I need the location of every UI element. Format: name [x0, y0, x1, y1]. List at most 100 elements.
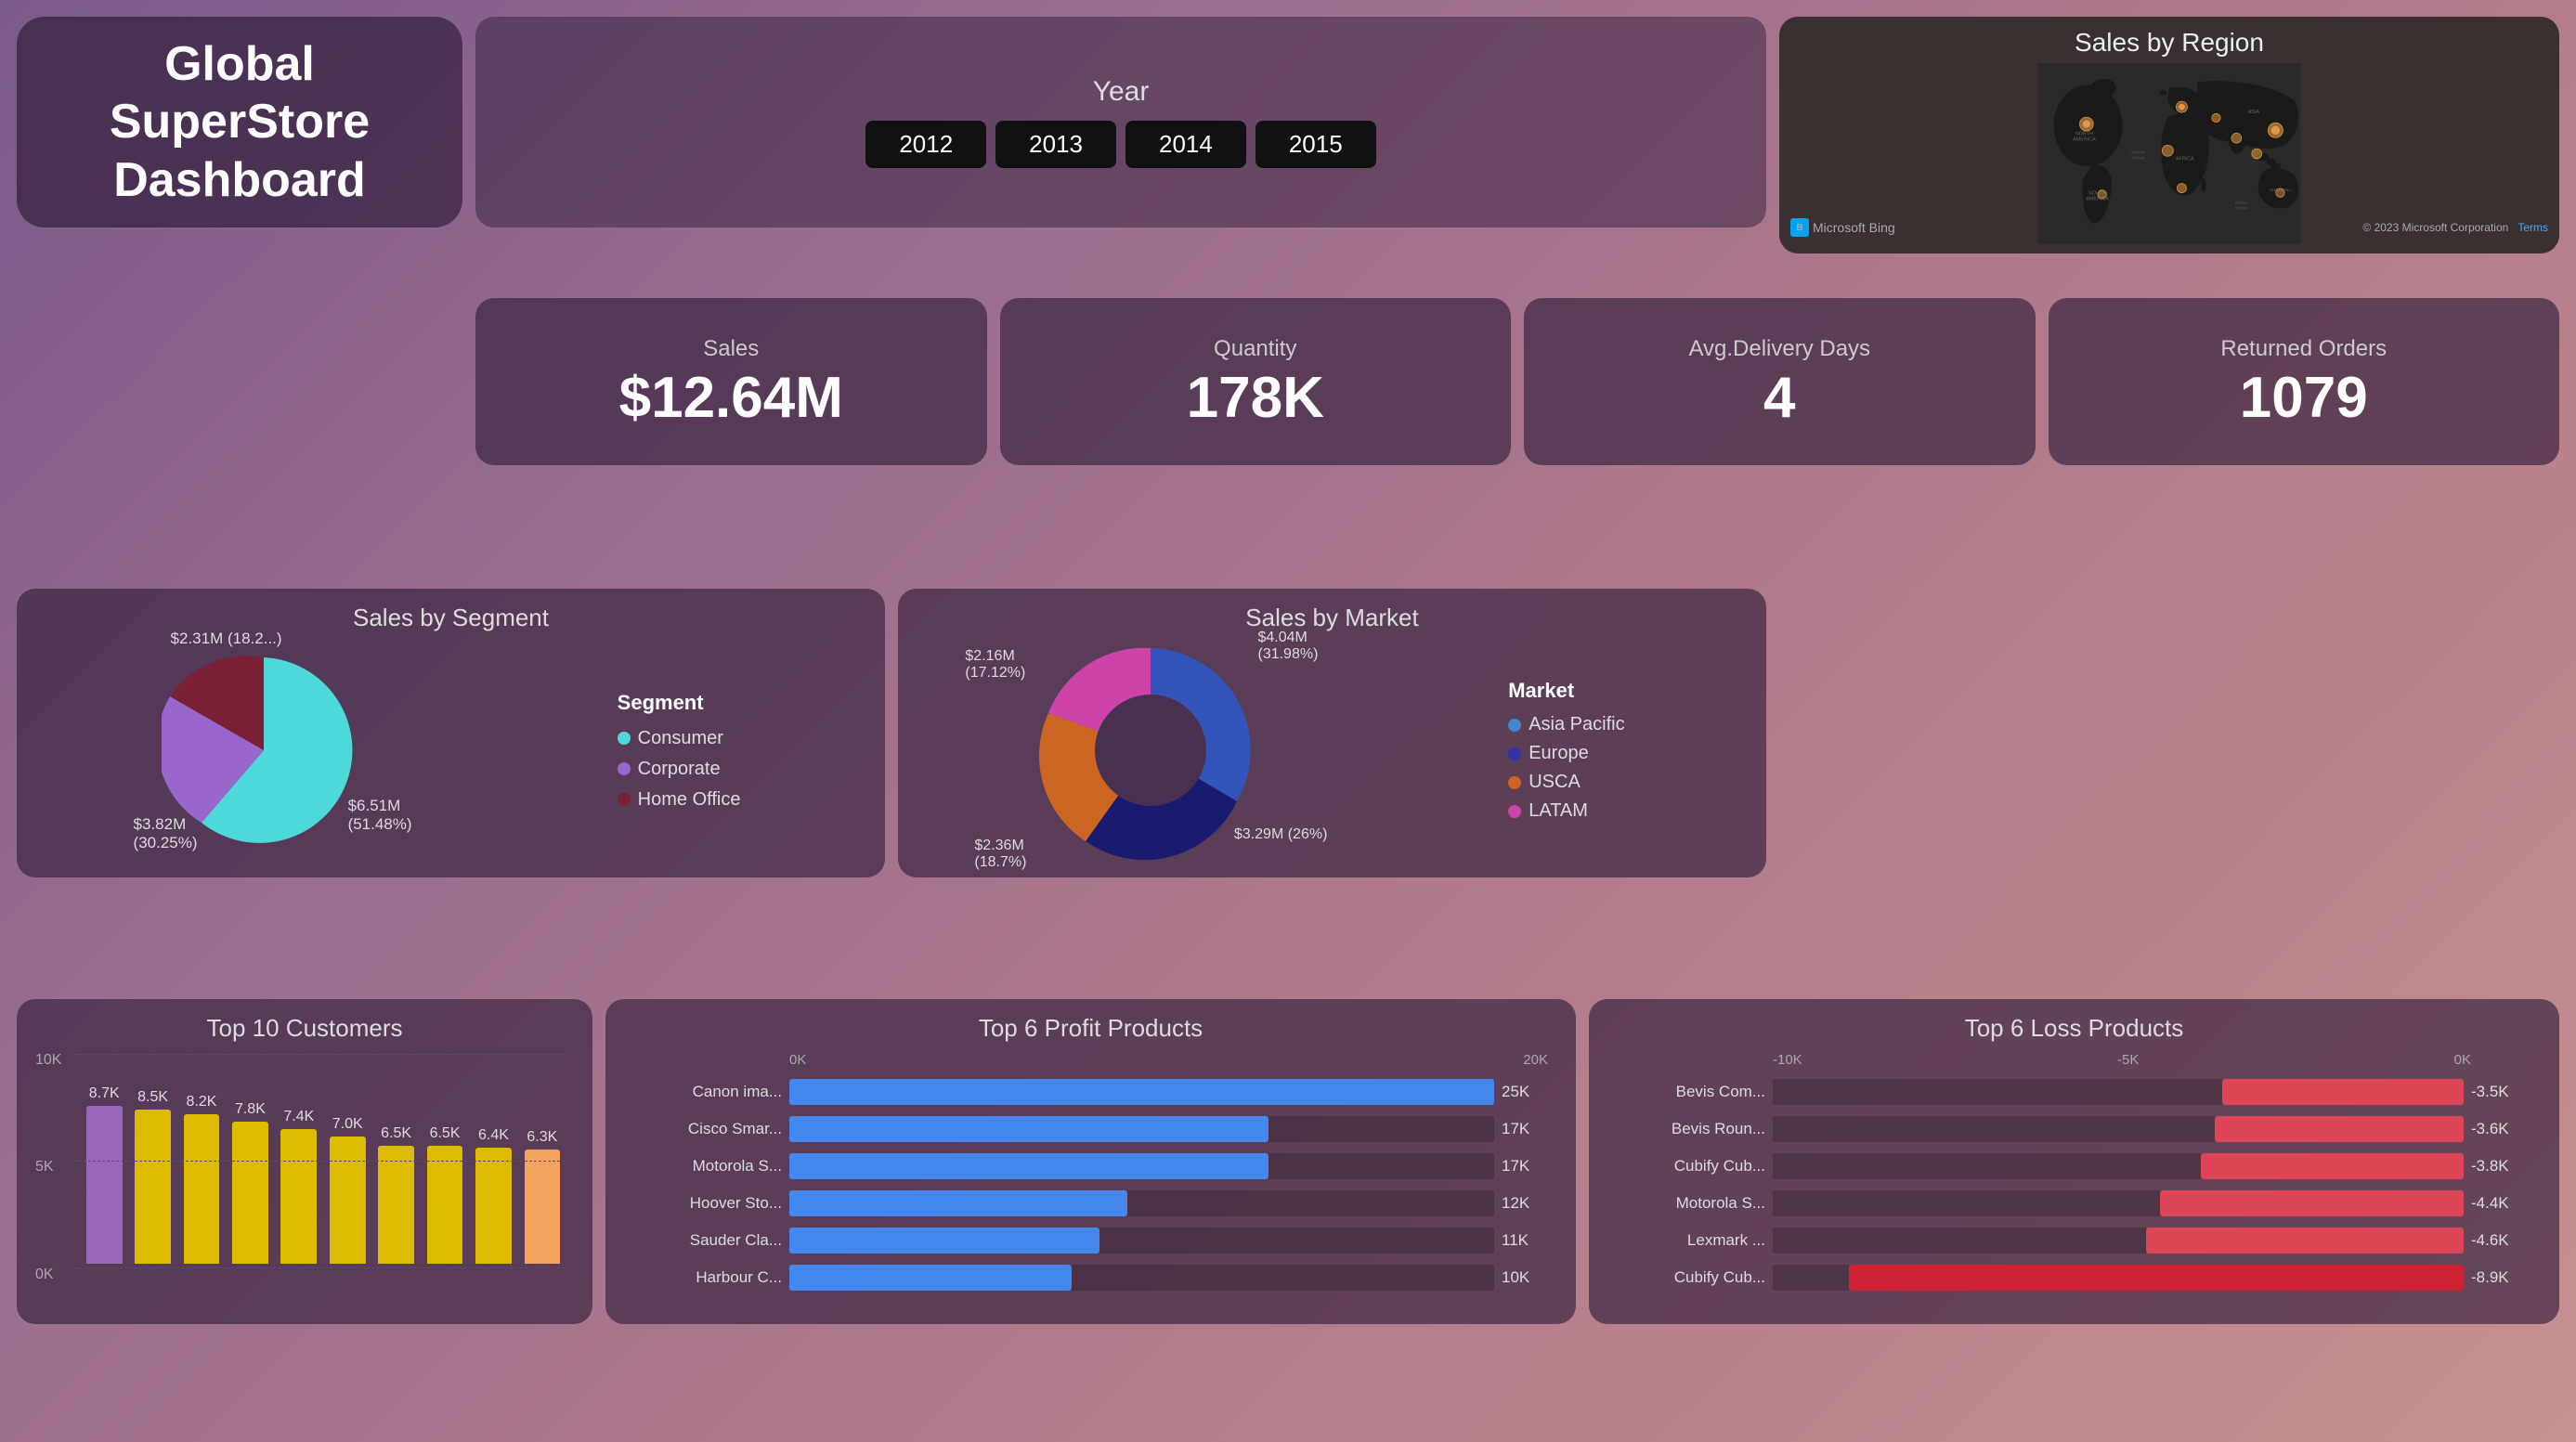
profit-bar-wrap-0: [789, 1079, 1494, 1105]
profit-x-labels: 0K20K: [633, 1052, 1548, 1068]
customer-bar-col-2: 8.2K: [179, 1052, 224, 1264]
market-label-apac: $4.04M(31.98%): [1257, 630, 1318, 663]
profit-name-3: Hoover Sto...: [633, 1194, 782, 1213]
profit-bar-wrap-3: [789, 1190, 1494, 1216]
row3: Sales by Segment $2.31M (18.2...) $3.82M…: [17, 589, 2559, 877]
svg-text:Ocean: Ocean: [2131, 156, 2144, 161]
customer-bar-col-4: 7.4K: [277, 1052, 321, 1264]
svg-text:NORTH: NORTH: [2075, 131, 2093, 136]
loss-x-labels: -10K-5K0K: [1617, 1052, 2531, 1068]
map-area: NORTH AMERICA SOUTH AMERICA AFRICA ASIA …: [1779, 63, 2559, 244]
segment-chart-card: Sales by Segment $2.31M (18.2...) $3.82M…: [17, 589, 885, 877]
loss-x-label: 0K: [2454, 1052, 2471, 1068]
year-label: Year: [1093, 76, 1150, 108]
profit-x-label: 20K: [1523, 1052, 1548, 1068]
market-label-usca: $2.36M(18.7%): [974, 838, 1026, 871]
profit-val-2: 17K: [1502, 1157, 1548, 1176]
latam-label: LATAM: [1529, 800, 1588, 822]
homeoffice-label: Home Office: [638, 789, 741, 811]
profit-name-5: Harbour C...: [633, 1268, 782, 1287]
year-btn-2015[interactable]: 2015: [1255, 121, 1376, 168]
y-gridline-10000: [74, 1054, 565, 1055]
year-btn-2014[interactable]: 2014: [1125, 121, 1246, 168]
bar-rect-5: [330, 1137, 366, 1264]
customer-bar-col-5: 7.0K: [325, 1052, 370, 1264]
profit-bar-2: [789, 1153, 1268, 1179]
dashboard-title: Global SuperStore Dashboard: [45, 35, 435, 209]
customer-bar-col-9: 6.3K: [520, 1052, 565, 1264]
loss-x-label: -10K: [1773, 1052, 1802, 1068]
year-btn-2013[interactable]: 2013: [995, 121, 1116, 168]
loss-name-0: Bevis Com...: [1617, 1083, 1765, 1101]
homeoffice-dot: [618, 793, 631, 806]
kpi-value-1: 178K: [1187, 370, 1324, 427]
bar-rect-1: [135, 1110, 171, 1265]
corporate-label: Corporate: [638, 759, 721, 780]
y-gridline-0: [74, 1267, 565, 1268]
map-copyright: © 2023 Microsoft Corporation: [2362, 221, 2508, 234]
year-btn-2012[interactable]: 2012: [865, 121, 986, 168]
year-buttons: 2012201320142015: [865, 121, 1375, 168]
loss-val-3: -4.4K: [2471, 1194, 2531, 1213]
profit-row-4: Sauder Cla... 11K: [633, 1228, 1548, 1254]
loss-name-1: Bevis Roun...: [1617, 1120, 1765, 1138]
market-label-europe: $3.29M (26%): [1234, 826, 1328, 843]
segment-label-consumer: $6.51M(51.48%): [348, 797, 412, 834]
customers-chart-area: 10K5K0K8.7K8.5K8.2K7.8K7.4K7.0K6.5K6.5K6…: [35, 1052, 574, 1301]
loss-bar-wrap-4: [1773, 1228, 2464, 1254]
profit-val-5: 10K: [1502, 1268, 1548, 1287]
loss-row-0: Bevis Com...-3.5K: [1617, 1079, 2531, 1105]
customer-bar-col-6: 6.5K: [373, 1052, 418, 1264]
map-footer: B Microsoft Bing © 2023 Microsoft Corpor…: [1790, 218, 2548, 237]
profit-bar-4: [789, 1228, 1099, 1254]
bar-val-5: 7.0K: [332, 1116, 363, 1133]
row2-spacer: [17, 298, 462, 465]
bing-icon: B: [1790, 218, 1809, 237]
bar-rect-2: [184, 1114, 220, 1264]
profit-bar-wrap-5: [789, 1265, 1494, 1291]
kpi-value-3: 1079: [2240, 370, 2368, 427]
loss-bar-wrap-0: [1773, 1079, 2464, 1105]
legend-usca: USCA: [1508, 772, 1624, 793]
profit-name-4: Sauder Cla...: [633, 1231, 782, 1250]
profit-val-4: 11K: [1502, 1231, 1548, 1250]
segment-content: $2.31M (18.2...) $3.82M(30.25%) $6.51M(5…: [35, 640, 866, 862]
bar-val-3: 7.8K: [235, 1101, 266, 1118]
svg-text:AMERICA: AMERICA: [2073, 136, 2096, 142]
loss-bar-wrap-3: [1773, 1190, 2464, 1216]
profit-val-1: 17K: [1502, 1120, 1548, 1138]
kpi-card-0: Sales $12.64M: [475, 298, 987, 465]
loss-name-3: Motorola S...: [1617, 1194, 1765, 1213]
loss-bar-0: [2222, 1079, 2464, 1105]
usca-label: USCA: [1529, 772, 1581, 793]
legend-homeoffice: Home Office: [618, 789, 741, 811]
profit-val-3: 12K: [1502, 1194, 1548, 1213]
bar-rect-6: [378, 1146, 414, 1264]
map-terms: Terms: [2517, 221, 2548, 234]
segment-label-corp: $3.82M(30.25%): [134, 815, 198, 852]
legend-europe: Europe: [1508, 743, 1624, 764]
corporate-dot: [618, 762, 631, 775]
bing-label: Microsoft Bing: [1813, 220, 1895, 235]
top-customers-title: Top 10 Customers: [35, 1014, 574, 1043]
kpi-card-1: Quantity 178K: [1000, 298, 1512, 465]
profit-row-1: Cisco Smar...17K: [633, 1116, 1548, 1142]
bar-val-9: 6.3K: [527, 1129, 557, 1146]
loss-bar-wrap-2: [1773, 1153, 2464, 1179]
loss-name-5: Cubify Cub...: [1617, 1268, 1765, 1287]
customers-bars: 10K5K0K8.7K8.5K8.2K7.8K7.4K7.0K6.5K6.5K6…: [35, 1052, 574, 1301]
profit-products-card: Top 6 Profit Products 0K20KCanon ima...2…: [605, 999, 1576, 1324]
loss-row-1: Bevis Roun...-3.6K: [1617, 1116, 2531, 1142]
loss-bar-1: [2215, 1116, 2464, 1142]
segment-legend-title: Segment: [618, 691, 741, 715]
consumer-label: Consumer: [638, 728, 723, 749]
bar-rect-0: [86, 1106, 123, 1265]
market-donut-wrapper: $4.04M(31.98%) $3.29M (26%) $2.36M(18.7%…: [1039, 639, 1262, 862]
market-label-latam: $2.16M(17.12%): [965, 648, 1025, 682]
market-content: $4.04M(31.98%) $3.29M (26%) $2.36M(18.7%…: [917, 640, 1748, 862]
legend-latam: LATAM: [1508, 800, 1624, 822]
segment-chart-title: Sales by Segment: [35, 604, 866, 632]
loss-name-2: Cubify Cub...: [1617, 1157, 1765, 1176]
segment-legend: Segment Consumer Corporate Home Office: [618, 691, 741, 811]
profit-bar-wrap-1: [789, 1116, 1494, 1142]
